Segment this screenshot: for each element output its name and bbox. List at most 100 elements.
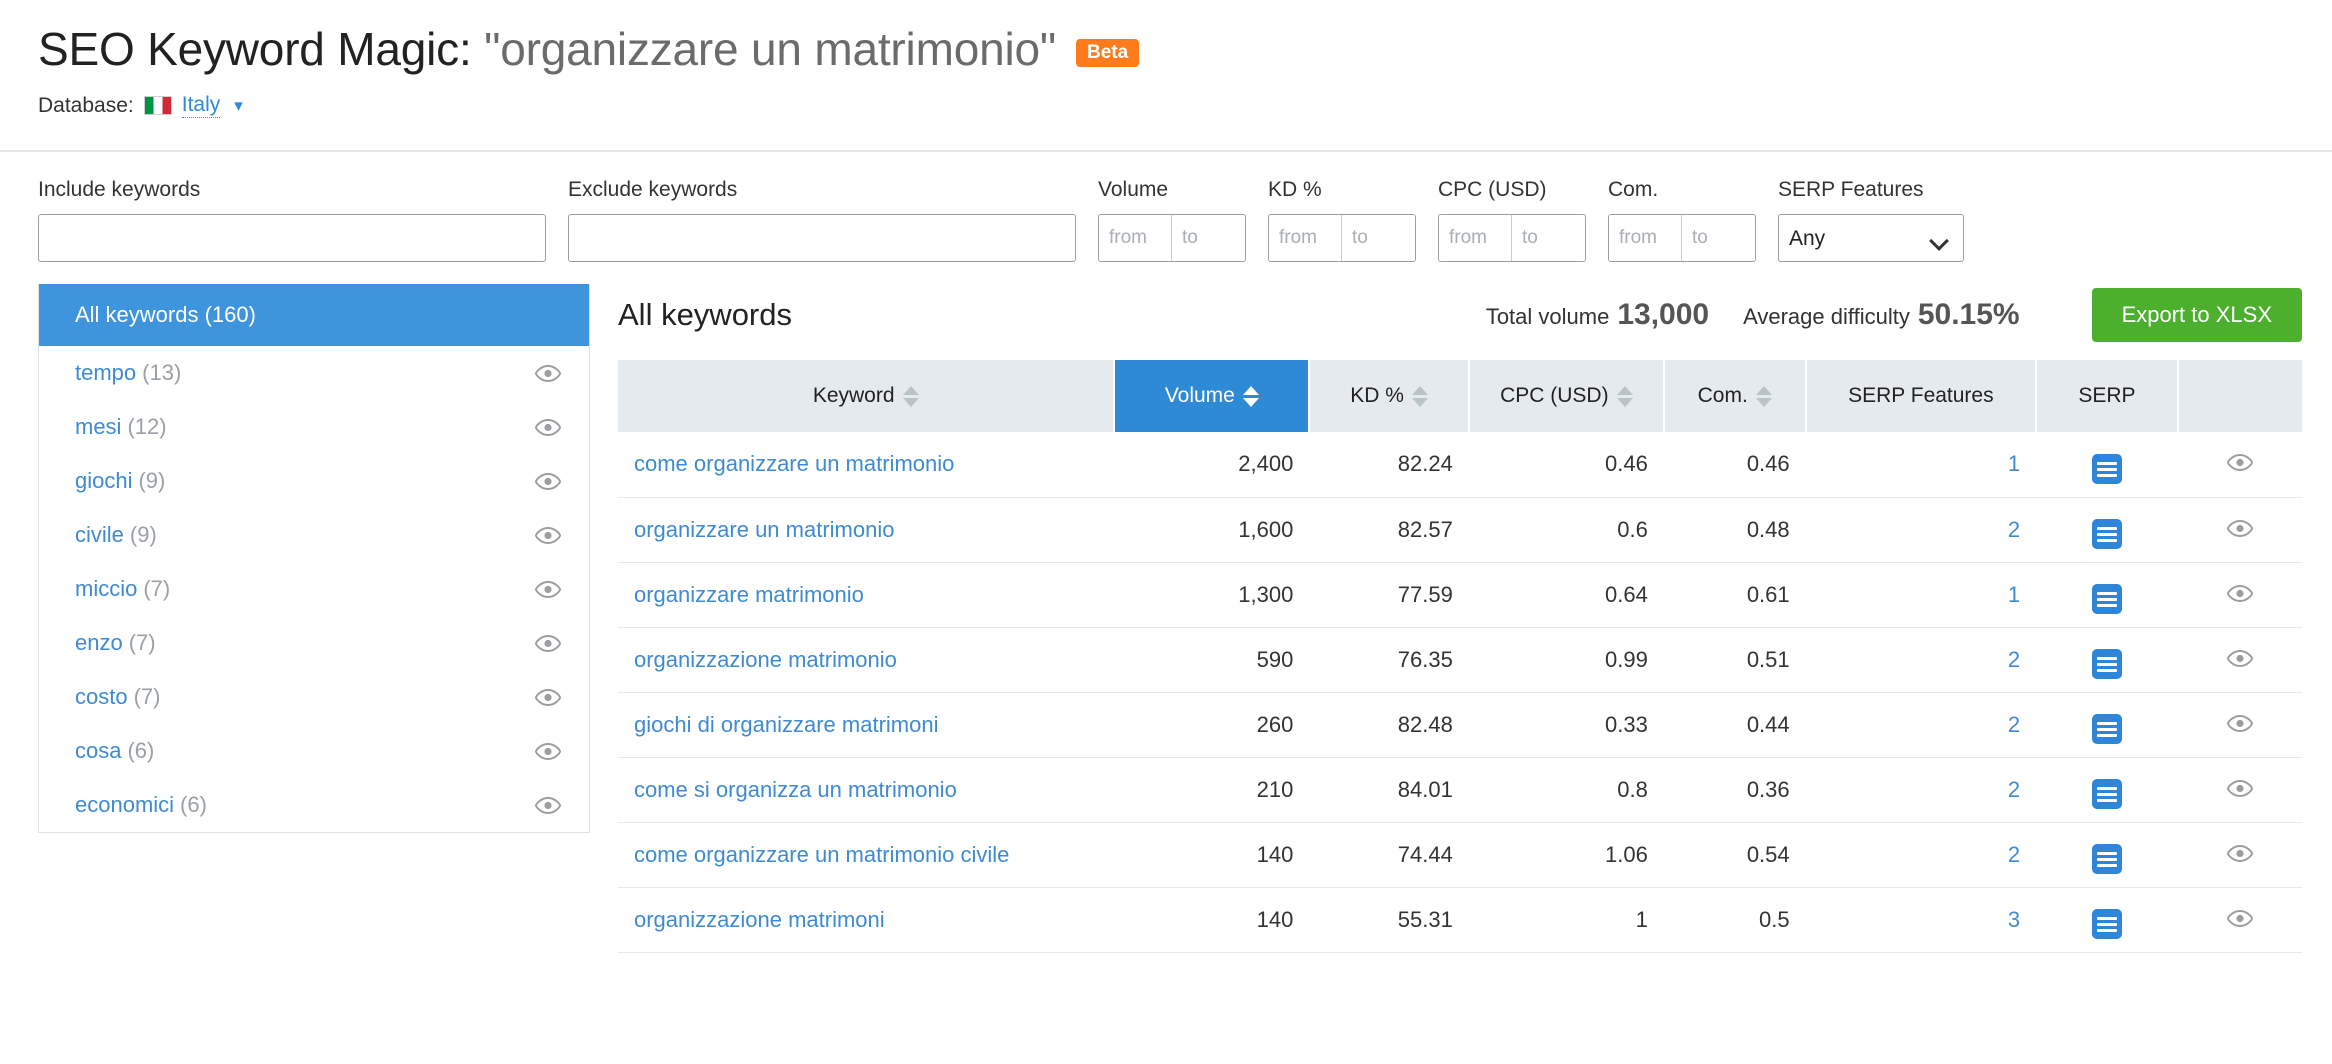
serp-features-link[interactable]: 3 <box>2008 907 2020 932</box>
serp-features-link[interactable]: 1 <box>2008 451 2020 476</box>
beta-badge: Beta <box>1076 39 1140 67</box>
keyword-link[interactable]: organizzazione matrimoni <box>634 907 885 932</box>
table-row[interactable]: giochi di organizzare matrimoni 260 82.48 0… <box>618 692 2302 758</box>
sort-arrows-icon[interactable] <box>1411 385 1428 407</box>
eye-icon[interactable] <box>535 580 561 598</box>
column-header-cpc-usd[interactable]: CPC (USD) <box>1468 360 1665 432</box>
serp-features-link[interactable]: 2 <box>2008 647 2020 672</box>
table-row[interactable]: organizzare matrimonio 1,300 77.59 0.64 0.61… <box>618 562 2302 628</box>
com-from-input[interactable] <box>1609 215 1682 261</box>
eye-icon[interactable] <box>2226 714 2254 732</box>
table-row[interactable]: come si organizza un matrimonio 210 84.01 0… <box>618 757 2302 823</box>
serp-features-link[interactable]: 2 <box>2008 777 2020 802</box>
sort-arrows-icon[interactable] <box>1242 385 1259 407</box>
cell-volume: 1,300 <box>1114 562 1310 628</box>
cpc-to-input[interactable] <box>1512 215 1585 261</box>
com-range <box>1608 214 1756 262</box>
serp-list-icon[interactable] <box>2091 714 2122 745</box>
eye-icon[interactable] <box>535 526 561 544</box>
sidebar-item-mesi[interactable]: mesi (12) <box>39 400 589 454</box>
eye-icon[interactable] <box>2226 844 2254 862</box>
keyword-link[interactable]: come si organizza un matrimonio <box>634 777 957 802</box>
volume-to-input[interactable] <box>1172 215 1245 261</box>
serp-list-icon[interactable] <box>2091 454 2122 484</box>
exclude-keywords-input[interactable] <box>568 214 1076 262</box>
sidebar-item-count: (7) <box>128 630 156 655</box>
keyword-link[interactable]: come organizzare un matrimonio <box>634 451 954 476</box>
eye-icon[interactable] <box>535 364 561 382</box>
sort-arrows-icon[interactable] <box>1616 385 1633 407</box>
cell-com: 0.61 <box>1663 562 1806 628</box>
sidebar-item-civile[interactable]: civile (9) <box>39 508 589 562</box>
serp-list-icon[interactable] <box>2091 649 2122 680</box>
eye-icon[interactable] <box>535 418 561 436</box>
serp-features-select[interactable]: Any <box>1778 214 1964 262</box>
page-header: SEO Keyword Magic: "organizzare un matri… <box>0 0 2332 152</box>
eye-icon[interactable] <box>535 688 561 706</box>
sidebar-item-enzo[interactable]: enzo (7) <box>39 616 589 670</box>
serp-features-link[interactable]: 2 <box>2008 712 2020 737</box>
chevron-down-icon[interactable]: ▾ <box>234 96 243 116</box>
eye-icon[interactable] <box>2226 779 2254 797</box>
table-row[interactable]: organizzare un matrimonio 1,600 82.57 0.6 0.… <box>618 497 2302 563</box>
keyword-link[interactable]: organizzazione matrimonio <box>634 647 897 672</box>
serp-features-link[interactable]: 1 <box>2008 582 2020 607</box>
serp-features-link[interactable]: 2 <box>2008 517 2020 542</box>
eye-icon[interactable] <box>2226 454 2254 472</box>
filter-exclude: Exclude keywords <box>568 178 1076 262</box>
database-selector[interactable]: Italy <box>181 93 221 118</box>
eye-icon[interactable] <box>535 634 561 652</box>
table-row[interactable]: come organizzare un matrimonio 2,400 82.24… <box>618 432 2302 498</box>
com-to-input[interactable] <box>1682 215 1755 261</box>
keyword-link[interactable]: come organizzare un matrimonio civile <box>634 842 1009 867</box>
include-keywords-label: Include keywords <box>38 178 201 201</box>
column-header-label: CPC (USD) <box>1500 384 1609 407</box>
keyword-link[interactable]: giochi di organizzare matrimoni <box>634 712 938 737</box>
column-header-keyword[interactable]: Keyword <box>618 360 1116 432</box>
eye-icon[interactable] <box>2226 519 2254 537</box>
sort-arrows-icon[interactable] <box>902 385 919 407</box>
export-to-xlsx-button[interactable]: Export to XLSX <box>2091 288 2302 342</box>
eye-icon[interactable] <box>2226 909 2254 927</box>
serp-list-icon[interactable] <box>2091 909 2122 940</box>
column-header-kd[interactable]: KD % <box>1309 360 1470 432</box>
serp-list-icon[interactable] <box>2091 844 2122 875</box>
sidebar-item-economici[interactable]: economici (6) <box>39 778 589 832</box>
cpc-from-input[interactable] <box>1439 215 1512 261</box>
cell-keyword: come organizzare un matrimonio <box>618 432 1115 498</box>
volume-from-input[interactable] <box>1099 215 1172 261</box>
total-volume-stat: Total volume 13,000 <box>1486 298 1709 332</box>
sidebar-item-text: cosa (6) <box>75 738 154 764</box>
eye-icon[interactable] <box>2226 584 2254 602</box>
keyword-link[interactable]: organizzare un matrimonio <box>634 517 894 542</box>
table-row[interactable]: organizzazione matrimonio 590 76.35 0.99 0.5… <box>618 627 2302 693</box>
include-keywords-input[interactable] <box>38 214 546 262</box>
sidebar-item-all-keywords[interactable]: All keywords (160) <box>39 284 589 346</box>
cell-serp <box>2036 497 2178 563</box>
page-title: SEO Keyword Magic: "organizzare un matri… <box>38 22 1056 76</box>
keyword-link[interactable]: organizzare matrimonio <box>634 582 864 607</box>
sidebar-item-tempo[interactable]: tempo (13) <box>39 346 589 400</box>
eye-icon[interactable] <box>535 472 561 490</box>
sidebar-item-costo[interactable]: costo (7) <box>39 670 589 724</box>
sort-arrows-icon[interactable] <box>1755 385 1772 407</box>
eye-icon[interactable] <box>2226 649 2254 667</box>
eye-icon[interactable] <box>535 742 561 760</box>
serp-list-icon[interactable] <box>2091 584 2122 615</box>
eye-icon[interactable] <box>535 796 561 814</box>
column-header-volume[interactable]: Volume <box>1114 360 1311 432</box>
serp-features-select-wrap: Any <box>1778 214 1964 262</box>
keywords-table: Keyword Volume KD % CPC (USD) Com. SERP Featu… <box>618 360 2302 953</box>
column-header-com[interactable]: Com. <box>1663 360 1807 432</box>
table-row[interactable]: come organizzare un matrimonio civile 140… <box>618 822 2302 888</box>
serp-list-icon[interactable] <box>2091 519 2122 550</box>
kd-to-input[interactable] <box>1342 215 1415 261</box>
table-row[interactable]: organizzazione matrimoni 140 55.31 1 0.5 3 <box>618 887 2302 953</box>
sidebar-item-giochi[interactable]: giochi (9) <box>39 454 589 508</box>
sidebar-item-miccio[interactable]: miccio (7) <box>39 562 589 616</box>
sidebar: All keywords (160) tempo (13) mesi (12) gioc… <box>38 284 590 833</box>
kd-from-input[interactable] <box>1269 215 1342 261</box>
sidebar-item-cosa[interactable]: cosa (6) <box>39 724 589 778</box>
serp-list-icon[interactable] <box>2091 779 2122 810</box>
serp-features-link[interactable]: 2 <box>2008 842 2020 867</box>
